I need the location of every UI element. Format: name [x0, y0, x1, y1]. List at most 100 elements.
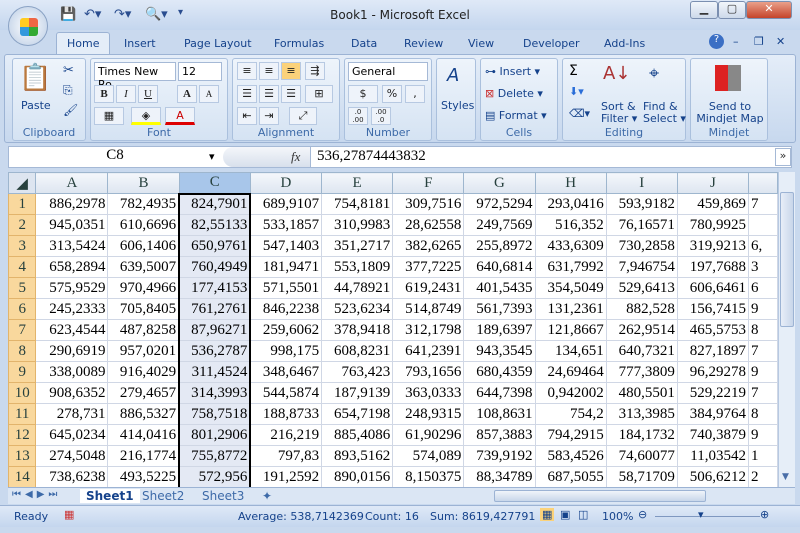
- cell[interactable]: 645,0234: [35, 424, 109, 446]
- column-header-K[interactable]: [748, 172, 778, 194]
- tab-add-ins[interactable]: Add-Ins: [604, 37, 645, 50]
- cell[interactable]: 216,219: [249, 424, 323, 446]
- cell[interactable]: 583,4526: [534, 445, 607, 467]
- cell[interactable]: 7: [748, 193, 778, 215]
- cell[interactable]: 687,5055: [534, 466, 607, 487]
- increase-decimal-button[interactable]: .0 .00: [348, 107, 368, 125]
- cell[interactable]: 998,175: [249, 340, 323, 362]
- cell[interactable]: 575,9529: [35, 277, 109, 299]
- cell[interactable]: 740,3879: [676, 424, 750, 446]
- cell[interactable]: 606,6461: [676, 277, 750, 299]
- ribbon-restore-icon[interactable]: ❐: [754, 35, 764, 48]
- cell[interactable]: 758,7518: [178, 403, 252, 425]
- cell[interactable]: 972,5294: [463, 193, 536, 215]
- copy-icon[interactable]: ⎘: [63, 83, 73, 98]
- close-button[interactable]: ✕: [746, 1, 792, 19]
- cell[interactable]: 378,9418: [321, 319, 394, 341]
- cell[interactable]: 641,2391: [392, 340, 465, 362]
- tab-page-layout[interactable]: Page Layout: [184, 37, 252, 50]
- insert-function-icon[interactable]: fx: [291, 149, 300, 165]
- cell[interactable]: 827,1897: [676, 340, 750, 362]
- cell[interactable]: 793,1656: [392, 361, 465, 383]
- scroll-down-icon[interactable]: ▼: [782, 472, 789, 482]
- orientation-button[interactable]: ⤢: [289, 107, 317, 125]
- cell[interactable]: 184,1732: [605, 424, 678, 446]
- font-size-dropdown[interactable]: 12: [178, 62, 222, 81]
- cell[interactable]: 8: [748, 403, 778, 425]
- page-break-view-icon[interactable]: ◫: [578, 508, 588, 521]
- cell[interactable]: 544,5874: [249, 382, 323, 404]
- worksheet-grid[interactable]: ◢ A B C D E F G H I J 1 886,2978 782,4935 824,7901 689…: [8, 172, 778, 487]
- cell[interactable]: 529,2219: [676, 382, 750, 404]
- cell[interactable]: 82,55133: [178, 214, 252, 236]
- cell[interactable]: 87,96271: [178, 319, 252, 341]
- cell[interactable]: 794,2915: [534, 424, 607, 446]
- cell[interactable]: 754,8181: [321, 193, 394, 215]
- cell[interactable]: 760,4949: [178, 256, 252, 278]
- cell[interactable]: 433,6309: [534, 235, 607, 257]
- cell[interactable]: 705,8405: [107, 298, 180, 320]
- cell[interactable]: 313,5424: [35, 235, 109, 257]
- decrease-indent-button[interactable]: ⇤: [237, 107, 257, 125]
- cell[interactable]: 76,16571: [605, 214, 678, 236]
- italic-button[interactable]: I: [116, 85, 136, 103]
- currency-button[interactable]: $: [348, 85, 378, 103]
- cell[interactable]: 293,0416: [534, 193, 607, 215]
- cell[interactable]: 274,5048: [35, 445, 109, 467]
- redo-icon[interactable]: ↷▾: [114, 7, 131, 22]
- cell[interactable]: 121,8667: [534, 319, 607, 341]
- cell[interactable]: 529,6413: [605, 277, 678, 299]
- cell[interactable]: 644,7398: [463, 382, 536, 404]
- cell[interactable]: 755,8772: [178, 445, 252, 467]
- cell[interactable]: 2: [748, 466, 778, 487]
- styles-group[interactable]: A Styles: [436, 58, 476, 141]
- cell[interactable]: 957,0201: [107, 340, 180, 362]
- font-name-dropdown[interactable]: Times New Ro: [94, 62, 176, 91]
- cell[interactable]: 610,6696: [107, 214, 180, 236]
- zoom-slider[interactable]: [655, 516, 760, 517]
- cell[interactable]: 945,0351: [35, 214, 109, 236]
- column-header-H[interactable]: H: [534, 172, 607, 194]
- row-header[interactable]: 5: [8, 277, 37, 299]
- expand-formula-bar-icon[interactable]: »: [775, 148, 791, 166]
- font-color-button[interactable]: A: [165, 107, 195, 125]
- cell[interactable]: 761,2761: [178, 298, 252, 320]
- cell[interactable]: 58,71709: [605, 466, 678, 487]
- row-header[interactable]: 12: [8, 424, 37, 446]
- cell[interactable]: 606,1406: [107, 235, 180, 257]
- cell[interactable]: 313,3985: [605, 403, 678, 425]
- cell[interactable]: 11,03542: [676, 445, 750, 467]
- undo-icon[interactable]: ↶▾: [84, 7, 101, 22]
- number-format-dropdown[interactable]: General: [348, 62, 428, 81]
- cell[interactable]: 279,4657: [107, 382, 180, 404]
- cell[interactable]: 377,7225: [392, 256, 465, 278]
- zoom-slider-thumb[interactable]: ▾: [698, 508, 704, 521]
- zoom-in-icon[interactable]: ⊕: [760, 508, 769, 521]
- column-header-E[interactable]: E: [321, 172, 394, 194]
- cell[interactable]: 536,2787: [178, 340, 252, 362]
- align-center-button[interactable]: ☰: [259, 85, 279, 103]
- cell[interactable]: 181,9471: [249, 256, 323, 278]
- tab-developer[interactable]: Developer: [523, 37, 580, 50]
- fill-color-button[interactable]: ◈: [131, 107, 161, 125]
- cell[interactable]: 890,0156: [321, 466, 394, 487]
- row-header[interactable]: 1: [8, 193, 37, 215]
- cell[interactable]: 311,4524: [178, 361, 252, 383]
- cell[interactable]: 363,0333: [392, 382, 465, 404]
- select-all-button[interactable]: ◢: [8, 172, 37, 194]
- cell[interactable]: 310,9983: [321, 214, 394, 236]
- percent-button[interactable]: %: [382, 85, 402, 103]
- column-header-C[interactable]: C: [178, 172, 251, 194]
- cell[interactable]: 7,946754: [605, 256, 678, 278]
- cell[interactable]: 309,7516: [392, 193, 465, 215]
- normal-view-icon[interactable]: ▦: [540, 508, 555, 521]
- cell[interactable]: 824,7901: [178, 192, 252, 215]
- cell[interactable]: 608,8231: [321, 340, 394, 362]
- send-to-mindjet-button[interactable]: Send to Mindjet Map: [695, 101, 765, 125]
- zoom-level[interactable]: 100%: [602, 510, 633, 523]
- bold-button[interactable]: B: [94, 85, 114, 103]
- row-header[interactable]: 13: [8, 445, 37, 467]
- cell[interactable]: 44,78921: [321, 277, 394, 299]
- cell[interactable]: 74,60077: [605, 445, 678, 467]
- page-layout-view-icon[interactable]: ▣: [560, 508, 570, 521]
